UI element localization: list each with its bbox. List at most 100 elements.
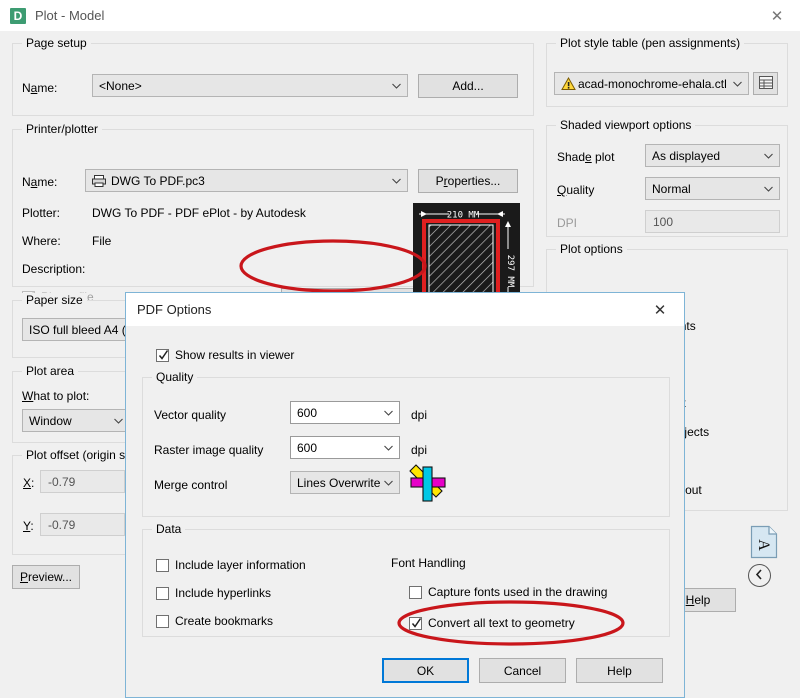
page-setup-name-label: Name:: [22, 81, 58, 95]
page-setup-group-label: Page setup: [22, 36, 91, 50]
create-bookmarks-label: Create bookmarks: [175, 614, 274, 628]
add-button-label: Add...: [452, 79, 484, 93]
printer-plotter-group-label: Printer/plotter: [22, 122, 103, 136]
properties-button[interactable]: Properties...: [418, 169, 518, 193]
merge-control-value: Lines Overwrite: [297, 475, 381, 490]
chevron-down-icon: [384, 478, 393, 487]
include-hyperlinks-label: Include hyperlinks: [175, 586, 272, 600]
plot-style-table-value: acad-monochrome-ehala.ctl: [578, 76, 727, 91]
svg-text:A: A: [755, 539, 772, 551]
what-to-plot-value: Window: [29, 413, 72, 428]
capture-fonts-label: Capture fonts used in the drawing: [428, 585, 608, 599]
plot-style-table-combo[interactable]: acad-monochrome-ehala.ctl: [554, 72, 749, 95]
pdf-help-button[interactable]: Help: [576, 658, 663, 683]
chevron-down-icon: [114, 416, 123, 425]
paper-size-group-label: Paper size: [22, 293, 87, 307]
pdf-cancel-button[interactable]: Cancel: [479, 658, 566, 683]
show-results-in-viewer-label: Show results in viewer: [175, 348, 295, 362]
checkbox-box: [409, 616, 422, 630]
offset-y-field[interactable]: -0.79: [40, 513, 125, 536]
raster-quality-combo[interactable]: 600: [290, 436, 400, 459]
dpi-label: DPI: [557, 216, 578, 230]
shade-plot-combo[interactable]: As displayed: [645, 144, 780, 167]
checkbox-box: [409, 585, 422, 599]
pdf-ok-label: OK: [416, 663, 435, 678]
include-layer-information-label: Include layer information: [175, 558, 306, 572]
chevron-left-icon: [754, 568, 765, 583]
what-to-plot-combo[interactable]: Window: [22, 409, 130, 432]
offset-x-value: -0.79: [48, 474, 76, 489]
apply-to-layout-button[interactable]: A: [748, 524, 780, 562]
plot-offset-group-label: Plot offset (origin set: [22, 448, 140, 462]
edit-plot-style-table-button[interactable]: [753, 72, 778, 95]
merge-control-label: Merge control: [154, 478, 228, 492]
checkbox-box: [156, 614, 169, 628]
close-icon[interactable]: ✕: [754, 0, 800, 31]
description-label: Description:: [22, 262, 86, 276]
offset-y-label: Y:: [23, 519, 34, 533]
chevron-down-icon: [764, 151, 773, 160]
include-layer-information-checkbox[interactable]: Include layer information: [156, 558, 306, 572]
shade-plot-value: As displayed: [652, 148, 721, 163]
table-edit-icon: [758, 75, 773, 92]
plot-style-table-group-label: Plot style table (pen assignments): [556, 36, 745, 50]
font-handling-label: Font Handling: [391, 556, 466, 570]
raster-quality-label: Raster image quality: [154, 443, 264, 457]
merge-control-swatch-icon: [406, 461, 452, 510]
pdf-options-close-icon[interactable]: ✕: [640, 293, 680, 326]
add-button[interactable]: Add...: [418, 74, 518, 98]
shade-plot-label: Shade plot: [557, 150, 615, 164]
pdf-quality-group-label: Quality: [152, 370, 198, 384]
quality-combo[interactable]: Normal: [645, 177, 780, 200]
dpi-field: 100: [645, 210, 780, 233]
vector-quality-combo[interactable]: 600: [290, 401, 400, 424]
check-icon: [158, 349, 169, 362]
warning-icon: [561, 76, 576, 91]
plot-options-group-label: Plot options: [556, 242, 627, 256]
preview-button-label: Preview...: [19, 570, 73, 584]
pdf-help-label: Help: [607, 663, 632, 678]
capture-fonts-checkbox[interactable]: Capture fonts used in the drawing: [409, 585, 607, 599]
paper-width-text: 210 MM: [447, 211, 480, 221]
convert-all-text-to-geometry-label: Convert all text to geometry: [428, 616, 575, 630]
quality-value: Normal: [652, 181, 691, 196]
plotter-label: Plotter:: [22, 206, 61, 220]
show-results-in-viewer-checkbox[interactable]: Show results in viewer: [156, 348, 294, 362]
chevron-down-icon: [733, 79, 742, 88]
apply-to-layout-icon: A: [750, 525, 778, 562]
printer-name-combo[interactable]: DWG To PDF.pc3: [85, 169, 408, 192]
printer-icon: [92, 174, 106, 187]
plot-area-group-label: Plot area: [22, 364, 79, 378]
printer-name-value: DWG To PDF.pc3: [111, 173, 205, 188]
vector-quality-label: Vector quality: [154, 408, 227, 422]
shaded-viewport-group-label: Shaded viewport options: [556, 118, 696, 132]
window-title: Plot - Model: [35, 8, 105, 23]
pdf-options-dialog: PDF Options ✕ Show results in viewer Qua…: [125, 292, 685, 698]
pdf-ok-button[interactable]: OK: [382, 658, 469, 683]
page-setup-name-combo[interactable]: <None>: [92, 74, 408, 97]
offset-x-field[interactable]: -0.79: [40, 470, 125, 493]
checkbox-box: [156, 586, 169, 600]
plot-area-group: Plot area: [12, 364, 140, 443]
properties-button-label: Properties...: [435, 174, 501, 188]
plotter-value: DWG To PDF - PDF ePlot - by Autodesk: [92, 206, 306, 220]
where-label: Where:: [22, 234, 61, 248]
collapse-dialog-button[interactable]: [748, 564, 771, 587]
paper-size-value: ISO full bleed A4 (2: [29, 322, 133, 337]
page-setup-name-value: <None>: [99, 78, 142, 93]
help-button-label: Help: [685, 593, 711, 607]
create-bookmarks-checkbox[interactable]: Create bookmarks: [156, 614, 273, 628]
convert-all-text-to-geometry-checkbox[interactable]: Convert all text to geometry: [409, 616, 575, 630]
pdf-options-title: PDF Options: [137, 302, 212, 317]
pdf-cancel-label: Cancel: [503, 663, 542, 678]
preview-button[interactable]: Preview...: [12, 565, 80, 589]
include-hyperlinks-checkbox[interactable]: Include hyperlinks: [156, 586, 271, 600]
pdf-data-group-label: Data: [152, 522, 186, 536]
offset-x-label: X:: [23, 476, 35, 490]
dpi-value: 100: [653, 214, 674, 229]
checkbox-box: [156, 348, 169, 362]
offset-y-value: -0.79: [48, 517, 76, 532]
check-icon: [411, 617, 422, 630]
paper-height-text: 297 MM: [505, 255, 515, 288]
merge-control-combo[interactable]: Lines Overwrite: [290, 471, 400, 494]
